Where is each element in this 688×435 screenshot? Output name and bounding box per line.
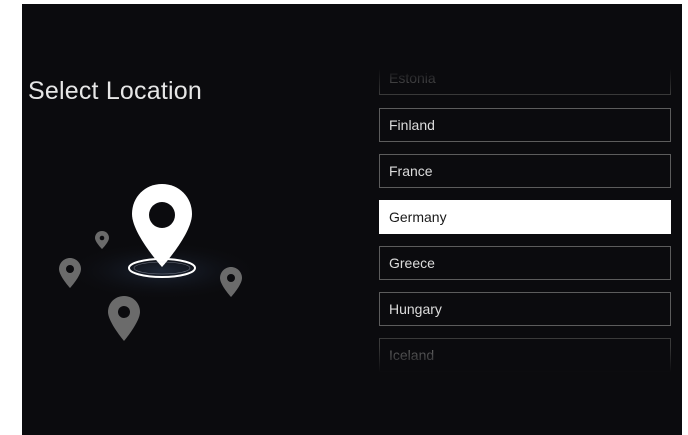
list-item-label: Germany [389,209,447,225]
list-item-hungary[interactable]: Hungary [379,292,671,326]
list-item-label: France [389,163,433,179]
page-title: Select Location [28,77,202,105]
list-item-label: Estonia [389,70,436,86]
bottom-pin-icon [108,296,140,341]
list-item-germany[interactable]: Germany [379,200,671,234]
location-select-screen: Select Location Estonia Finland France G… [22,4,682,435]
list-item-label: Finland [389,117,435,133]
location-illustration [59,184,262,341]
list-item-finland[interactable]: Finland [379,108,671,142]
list-item-france[interactable]: France [379,154,671,188]
list-item-iceland[interactable]: Iceland [379,338,671,372]
list-item-label: Iceland [389,347,435,363]
list-item-greece[interactable]: Greece [379,246,671,280]
list-item-label: Hungary [389,301,442,317]
list-item-label: Greece [389,255,435,271]
list-item-estonia[interactable]: Estonia [379,69,671,95]
location-list[interactable]: Estonia Finland France Germany Greece Hu… [379,69,675,372]
